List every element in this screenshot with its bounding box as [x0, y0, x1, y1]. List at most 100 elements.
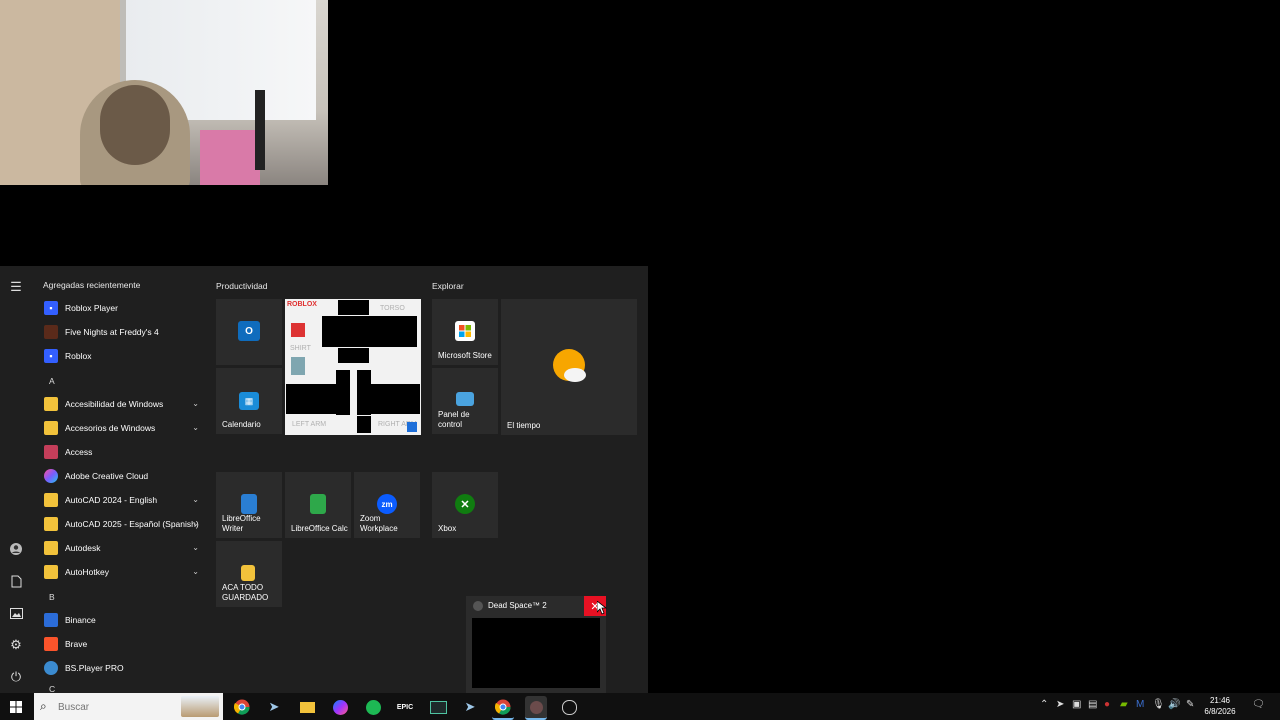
pen-icon[interactable]: ✎	[1186, 699, 1194, 710]
show-hidden-icons-chevron-icon[interactable]: ⌃	[1040, 699, 1048, 710]
tray-m-icon[interactable]: M	[1136, 699, 1144, 710]
tile-zoom-workplace[interactable]: zm Zoom Workplace	[354, 472, 420, 538]
tile-libreoffice-calc[interactable]: LibreOffice Calc	[285, 472, 351, 538]
preview-title: Dead Space™ 2	[488, 601, 547, 610]
group-title-explorar[interactable]: Explorar	[432, 281, 464, 291]
app-bsplayer[interactable]: BS.Player PRO	[33, 657, 205, 679]
calendar-icon: ▦	[239, 392, 259, 410]
taskbar-clock[interactable]: 21:46 6/8/2026	[1200, 695, 1240, 717]
app-label: Five Nights at Freddy's 4	[65, 327, 159, 337]
start-rail: ☰ ⚙ ⏻	[0, 266, 33, 693]
letter-header-a[interactable]: A	[49, 376, 55, 386]
taskbar-search[interactable]: ⌕	[34, 693, 223, 720]
chevron-down-icon: ⌄	[192, 567, 199, 576]
webcam-overlay	[0, 0, 328, 185]
clock-time: 21:46	[1209, 696, 1231, 705]
tile-el-tiempo[interactable]: El tiempo	[501, 299, 637, 435]
bsplayer-icon	[44, 661, 58, 675]
tile-roblox-shirt-template[interactable]: ROBLOX TORSO SHIRT LEFT ARM RIGHT ARM	[285, 299, 421, 435]
app-label: BS.Player PRO	[65, 663, 124, 673]
app-binance[interactable]: Binance	[33, 609, 205, 631]
app-autohotkey[interactable]: AutoHotkey ⌄	[33, 561, 205, 583]
tile-aca-todo-guardado[interactable]: ACA TODO GUARDADO	[216, 541, 282, 607]
template-figure	[291, 357, 305, 375]
taskbar-chrome[interactable]	[231, 696, 253, 718]
steam-tray-icon[interactable]: ➤	[1056, 699, 1064, 710]
letter-header-b[interactable]: B	[49, 592, 55, 602]
document-icon[interactable]	[8, 573, 24, 589]
app-brave[interactable]: Brave	[33, 633, 205, 655]
app-autocad-2025[interactable]: AutoCAD 2025 - Español (Spanish) ⌄	[33, 513, 205, 535]
nvidia-icon[interactable]: ▰	[1120, 699, 1128, 710]
hamburger-icon[interactable]: ☰	[8, 279, 24, 295]
app-fnaf4[interactable]: Five Nights at Freddy's 4	[33, 321, 205, 343]
app-adobe-cc[interactable]: Adobe Creative Cloud	[33, 465, 205, 487]
taskbar-terminal[interactable]	[427, 696, 449, 718]
app-accesibilidad[interactable]: Accesibilidad de Windows ⌄	[33, 393, 205, 415]
folder-icon	[241, 565, 255, 581]
template-block	[357, 416, 371, 433]
app-roblox-player[interactable]: ▪ Roblox Player	[33, 297, 205, 319]
settings-gear-icon[interactable]: ⚙	[8, 637, 24, 653]
tile-microsoft-store[interactable]: Microsoft Store	[432, 299, 498, 365]
folder-icon	[44, 493, 58, 507]
taskbar-dead-space[interactable]	[525, 696, 547, 720]
app-access[interactable]: Access	[33, 441, 205, 463]
volume-icon[interactable]: 🔊	[1168, 699, 1180, 710]
microphone-icon[interactable]: 🎙	[1152, 699, 1165, 710]
tile-label: El tiempo	[507, 421, 541, 430]
app-autocad-2024[interactable]: AutoCAD 2024 - English ⌄	[33, 489, 205, 511]
taskbar-steam[interactable]: ➤	[263, 696, 285, 718]
tile-panel-de-control[interactable]: Panel de control	[432, 368, 498, 434]
tile-label: ACA TODO GUARDADO	[222, 583, 269, 602]
taskbar-chrome-2[interactable]	[492, 696, 514, 720]
taskbar-file-explorer[interactable]	[296, 696, 318, 718]
tile-calendario[interactable]: ▦ Calendario	[216, 368, 282, 434]
taskbar-epic-games[interactable]: EPIC	[394, 696, 416, 718]
taskbar-messenger[interactable]	[329, 696, 351, 718]
taskbar-spotify[interactable]	[362, 696, 384, 718]
group-title-productividad[interactable]: Productividad	[216, 281, 268, 291]
app-autodesk[interactable]: Autodesk ⌄	[33, 537, 205, 559]
folder-icon	[44, 541, 58, 555]
letter-header-c[interactable]: C	[49, 684, 55, 693]
pictures-icon[interactable]	[8, 605, 24, 621]
app-label: AutoHotkey	[65, 567, 109, 577]
tile-xbox[interactable]: ✕ Xbox	[432, 472, 498, 538]
mouse-cursor-icon	[597, 601, 607, 615]
user-icon[interactable]	[8, 541, 24, 557]
tile-label: LibreOffice Calc	[291, 524, 348, 533]
creative-cloud-icon	[44, 469, 58, 483]
notifications-icon[interactable]: 🗨	[1252, 699, 1265, 710]
app-accesorios[interactable]: Accesorios de Windows ⌄	[33, 417, 205, 439]
app-circle-icon	[561, 699, 577, 715]
tray-app-icon[interactable]: ●	[1104, 699, 1110, 710]
preview-thumbnail[interactable]	[472, 618, 600, 688]
app-label: Binance	[65, 615, 96, 625]
roblox-icon: ▪	[44, 301, 58, 315]
tile-libreoffice-writer[interactable]: LibreOffice Writer	[216, 472, 282, 538]
tile-label: Zoom Workplace	[360, 514, 398, 533]
start-button[interactable]	[0, 693, 32, 720]
power-icon[interactable]: ⏻	[8, 669, 24, 685]
spotify-icon	[365, 699, 381, 715]
taskbar-thumbnail-preview[interactable]: Dead Space™ 2 ✕	[466, 596, 606, 693]
template-block	[322, 316, 417, 347]
terminal-icon	[429, 700, 447, 714]
taskbar-app-circle[interactable]	[558, 696, 580, 718]
tile-label: Microsoft Store	[438, 351, 492, 360]
taskbar-steam-2[interactable]: ➤	[459, 696, 481, 718]
app-roblox[interactable]: ▪ Roblox	[33, 345, 205, 367]
messenger-icon	[332, 699, 348, 715]
template-shirt-label: SHIRT	[290, 345, 311, 352]
tray-app-icon[interactable]: ▣	[1072, 699, 1081, 710]
dead-space-icon	[529, 700, 543, 714]
search-input[interactable]	[56, 698, 180, 716]
tile-outlook[interactable]: O	[216, 299, 282, 365]
app-label: Access	[65, 447, 93, 457]
chevron-down-icon: ⌄	[192, 543, 199, 552]
chevron-down-icon: ⌄	[192, 519, 199, 528]
roblox-icon: ▪	[44, 349, 58, 363]
app-label: Autodesk	[65, 543, 101, 553]
tray-app-icon[interactable]: ▤	[1088, 699, 1097, 710]
